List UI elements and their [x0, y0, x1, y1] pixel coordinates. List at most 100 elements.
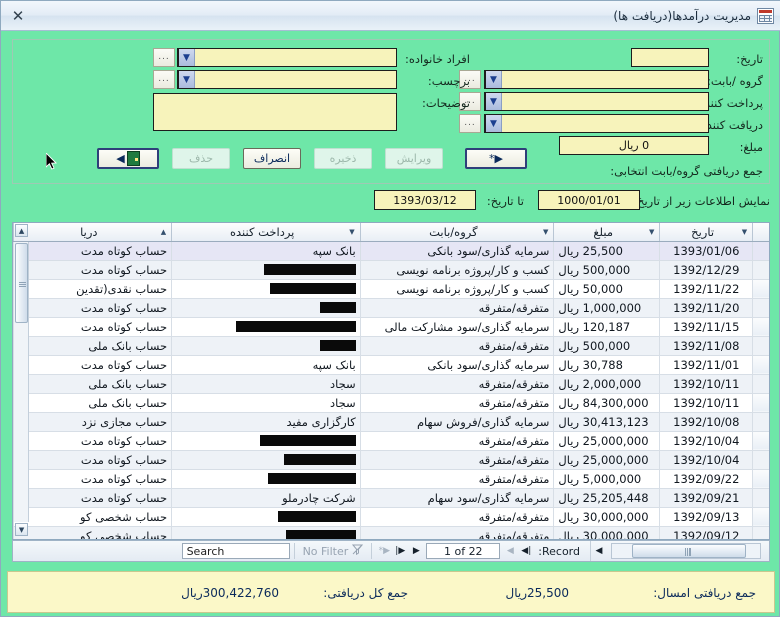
- record-position[interactable]: 1 of 22: [426, 543, 501, 559]
- cell-receiver[interactable]: حساب مجازی نزد: [13, 412, 172, 432]
- row-selector[interactable]: [752, 336, 769, 356]
- cell-payer[interactable]: [171, 279, 361, 299]
- cell-group[interactable]: متفرقه/متفرقه: [359, 450, 554, 470]
- row-selector[interactable]: [752, 526, 769, 539]
- receiver-combo[interactable]: ▼: [484, 114, 709, 133]
- row-selector[interactable]: [752, 260, 769, 280]
- cell-payer[interactable]: [171, 450, 361, 470]
- delete-button[interactable]: حذف: [172, 148, 230, 169]
- cell-date[interactable]: 1392/11/22: [659, 279, 753, 299]
- table-row[interactable]: 1392/10/04 25,000,000 ریال متفرقه/متفرقه حس…: [13, 450, 769, 470]
- cell-payer[interactable]: سجاد: [171, 374, 361, 394]
- cell-date[interactable]: 1392/10/04: [659, 450, 753, 470]
- column-header-amount[interactable]: ▼ مبلغ: [553, 223, 660, 242]
- row-selector[interactable]: [752, 317, 769, 337]
- cell-group[interactable]: سرمایه گذاری/سود سهام: [359, 488, 554, 508]
- cell-date[interactable]: 1392/09/12: [659, 526, 753, 539]
- cell-group[interactable]: متفرقه/متفرقه: [359, 298, 554, 318]
- row-selector[interactable]: [752, 507, 769, 527]
- row-selector[interactable]: [752, 412, 769, 432]
- cell-date[interactable]: 1392/09/13: [659, 507, 753, 527]
- chevron-down-icon[interactable]: ▼: [178, 71, 195, 88]
- chevron-down-icon[interactable]: ▼: [485, 71, 502, 88]
- cell-amount[interactable]: 30,413,123 ریال: [553, 412, 660, 432]
- cell-group[interactable]: متفرقه/متفرقه: [359, 336, 554, 356]
- cell-receiver[interactable]: حساب شخصی کو: [13, 526, 172, 539]
- chevron-down-icon[interactable]: ▼: [348, 228, 355, 236]
- cell-group[interactable]: سرمایه گذاری/سود بانکی: [359, 355, 554, 375]
- first-record-button[interactable]: |◀: [518, 543, 534, 559]
- table-row[interactable]: 1392/10/11 2,000,000 ریال متفرقه/متفرقه سجا…: [13, 374, 769, 394]
- horizontal-scroll-thumb[interactable]: [632, 544, 746, 558]
- column-header-receiver[interactable]: ▲ دریا: [13, 223, 172, 242]
- table-row[interactable]: 1392/11/01 30,788 ریال سرمایه گذاری/سود با…: [13, 355, 769, 375]
- cell-date[interactable]: 1392/11/08: [659, 336, 753, 356]
- cell-payer[interactable]: سجاد: [171, 393, 361, 413]
- table-row[interactable]: 1392/09/13 30,000,000 ریال متفرقه/متفرقه حس…: [13, 507, 769, 527]
- cell-receiver[interactable]: حساب کوتاه مدت: [13, 431, 172, 451]
- table-row[interactable]: 1392/10/04 25,000,000 ریال متفرقه/متفرقه حس…: [13, 431, 769, 451]
- close-icon[interactable]: ✕: [1, 2, 35, 30]
- notes-textarea[interactable]: [153, 93, 397, 131]
- cancel-button[interactable]: انصراف: [243, 148, 301, 169]
- select-all-corner[interactable]: [752, 223, 769, 242]
- column-header-group[interactable]: ▼ گروه/بابت: [359, 223, 554, 242]
- scroll-up-icon[interactable]: ▲: [15, 224, 28, 237]
- table-row[interactable]: 1393/01/06 25,500 ریال سرمایه گذاری/سود با…: [13, 241, 769, 261]
- row-selector[interactable]: [752, 450, 769, 470]
- table-row[interactable]: 1392/12/29 500,000 ریال کسب و کار/پروژه بر…: [13, 260, 769, 280]
- cell-amount[interactable]: 30,788 ریال: [553, 355, 660, 375]
- cell-payer[interactable]: [171, 260, 361, 280]
- cell-amount[interactable]: 30,000,000 ریال: [553, 526, 660, 539]
- cell-receiver[interactable]: حساب کوتاه مدت: [13, 317, 172, 337]
- receiver-browse-button[interactable]: ...: [459, 114, 481, 133]
- payer-combo[interactable]: ▼: [484, 92, 709, 111]
- amount-input[interactable]: 0 ریال: [559, 136, 709, 155]
- cell-payer[interactable]: [171, 336, 361, 356]
- row-selector[interactable]: [752, 241, 769, 261]
- cell-amount[interactable]: 500,000 ریال: [553, 336, 660, 356]
- cell-amount[interactable]: 50,000 ریال: [553, 279, 660, 299]
- table-row[interactable]: 1392/09/12 30,000,000 ریال متفرقه/متفرقه حس…: [13, 526, 769, 539]
- cell-payer[interactable]: [171, 431, 361, 451]
- new-record-button[interactable]: ▶*: [465, 148, 527, 169]
- table-row[interactable]: 1392/10/08 30,413,123 ریال سرمایه گذاری/فر…: [13, 412, 769, 432]
- table-row[interactable]: 1392/09/22 5,000,000 ریال متفرقه/متفرقه حسا…: [13, 469, 769, 489]
- cell-group[interactable]: سرمایه گذاری/سود بانکی: [359, 241, 554, 261]
- table-row[interactable]: 1392/10/11 84,300,000 ریال متفرقه/متفرقه سج…: [13, 393, 769, 413]
- cell-date[interactable]: 1392/11/15: [659, 317, 753, 337]
- chevron-down-icon[interactable]: ▼: [485, 93, 502, 110]
- cell-receiver[interactable]: حساب کوتاه مدت: [13, 450, 172, 470]
- row-selector[interactable]: [752, 298, 769, 318]
- row-selector[interactable]: [752, 393, 769, 413]
- scroll-left-icon[interactable]: ◀: [591, 543, 607, 559]
- cell-amount[interactable]: 25,000,000 ریال: [553, 450, 660, 470]
- cell-date[interactable]: 1392/10/11: [659, 393, 753, 413]
- next-record-button[interactable]: ▶: [408, 543, 424, 559]
- cell-amount[interactable]: 500,000 ریال: [553, 260, 660, 280]
- cell-receiver[interactable]: حساب کوتاه مدت: [13, 488, 172, 508]
- cell-receiver[interactable]: حساب کوتاه مدت: [13, 469, 172, 489]
- cell-amount[interactable]: 5,000,000 ریال: [553, 469, 660, 489]
- cell-group[interactable]: متفرقه/متفرقه: [359, 431, 554, 451]
- table-row[interactable]: 1392/11/22 50,000 ریال کسب و کار/پروژه برن…: [13, 279, 769, 299]
- cell-receiver[interactable]: حساب کوتاه مدت: [13, 355, 172, 375]
- horizontal-scrollbar[interactable]: [611, 543, 761, 559]
- vertical-scroll-thumb[interactable]: [15, 243, 28, 323]
- table-row[interactable]: 1392/11/08 500,000 ریال متفرقه/متفرقه حساب …: [13, 336, 769, 356]
- cell-date[interactable]: 1392/10/11: [659, 374, 753, 394]
- table-row[interactable]: 1392/09/21 25,205,448 ریال سرمایه گذاری/سو…: [13, 488, 769, 508]
- cell-group[interactable]: متفرقه/متفرقه: [359, 374, 554, 394]
- date-input[interactable]: [631, 48, 709, 67]
- cell-payer[interactable]: شرکت چادرملو: [171, 488, 361, 508]
- cell-payer[interactable]: [171, 526, 361, 539]
- cell-group[interactable]: کسب و کار/پروژه برنامه نویسی: [359, 279, 554, 299]
- cell-payer[interactable]: کارگزاری مفید: [171, 412, 361, 432]
- last-record-button[interactable]: ▶|: [392, 543, 408, 559]
- cell-date[interactable]: 1392/10/04: [659, 431, 753, 451]
- cell-group[interactable]: کسب و کار/پروژه برنامه نویسی: [359, 260, 554, 280]
- cell-group[interactable]: متفرقه/متفرقه: [359, 469, 554, 489]
- family-combo[interactable]: ▼: [177, 48, 397, 67]
- row-selector[interactable]: [752, 355, 769, 375]
- cell-payer[interactable]: بانک سپه: [171, 355, 361, 375]
